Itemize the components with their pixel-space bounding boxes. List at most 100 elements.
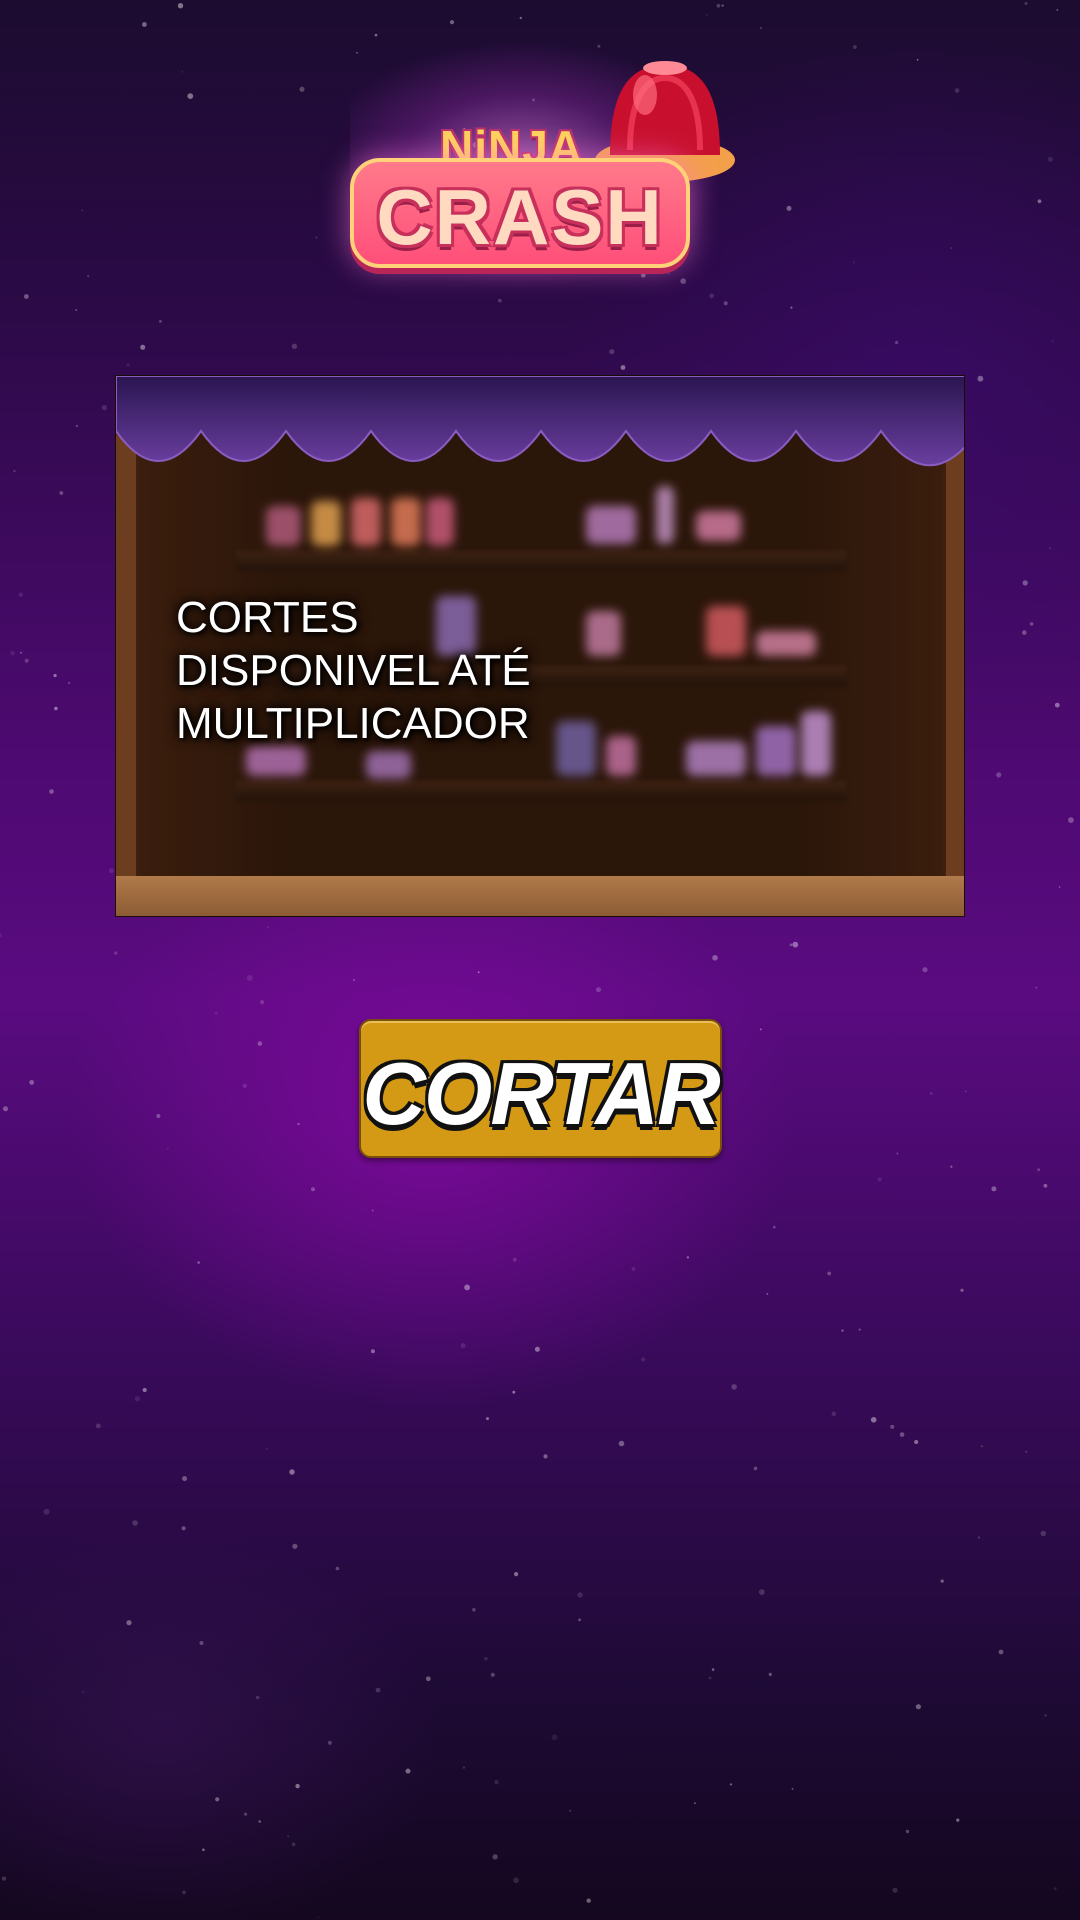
star-particle (686, 1256, 690, 1259)
star-particle (81, 209, 84, 212)
star-particle (335, 1566, 340, 1571)
star-particle (977, 375, 984, 382)
star-particle (142, 22, 147, 27)
star-particle (790, 306, 793, 309)
star-particle (723, 301, 728, 306)
star-particle (922, 967, 928, 973)
star-particle (214, 1011, 218, 1015)
star-particle (577, 1592, 583, 1598)
blurred-candy (696, 511, 741, 541)
blurred-candy (426, 498, 454, 546)
star-particle (1029, 622, 1034, 626)
star-particle (758, 1589, 765, 1595)
blurred-candy (311, 501, 341, 546)
star-particle (514, 1572, 519, 1577)
star-particle (114, 951, 118, 955)
star-particle (132, 1520, 138, 1526)
star-particle (464, 1284, 470, 1291)
star-particle (768, 1672, 772, 1676)
star-particle (3, 1106, 8, 1112)
star-particle (641, 1357, 646, 1362)
star-particle (1044, 1714, 1047, 1717)
star-particle (353, 978, 356, 981)
star-particle (375, 1687, 381, 1693)
star-particle (289, 1469, 295, 1475)
star-particle (246, 975, 253, 981)
star-particle (519, 16, 522, 20)
star-particle (551, 1734, 558, 1741)
shelf-board (236, 781, 846, 801)
cut-button[interactable]: CORTAR (359, 1019, 722, 1158)
star-particle (0, 933, 2, 938)
star-particle (586, 1898, 591, 1903)
star-particle (265, 1447, 268, 1450)
star-particle (299, 86, 305, 92)
star-particle (490, 1672, 495, 1677)
logo-crash-badge: CRASH (350, 158, 690, 268)
star-particle (166, 1147, 169, 1150)
star-particle (460, 1343, 466, 1349)
star-particle (954, 88, 960, 93)
star-particle (1053, 1887, 1057, 1890)
star-particle (82, 1690, 85, 1693)
star-particle (327, 1740, 332, 1745)
star-particle (631, 1267, 636, 1271)
star-particle (609, 349, 615, 355)
star-particle (142, 1387, 147, 1393)
blurred-candy (656, 486, 674, 544)
star-particle (497, 298, 502, 303)
star-particle (109, 868, 114, 874)
star-particle (43, 1508, 50, 1515)
star-particle (449, 20, 455, 25)
star-particle (789, 943, 793, 947)
star-particle (59, 491, 64, 495)
star-particle (759, 1028, 762, 1031)
game-logo: NiNJA CRASH (330, 40, 760, 290)
star-particle (513, 1877, 519, 1884)
star-particle (766, 1293, 769, 1295)
star-particle (890, 1424, 895, 1429)
star-particle (292, 1543, 298, 1549)
star-particle (215, 1797, 220, 1802)
blurred-candy (556, 721, 596, 776)
star-particle (711, 1668, 715, 1671)
star-particle (596, 987, 601, 993)
star-particle (255, 1695, 260, 1700)
star-particle (29, 1080, 35, 1085)
star-particle (484, 1656, 488, 1661)
cuts-info-line3: MULTIPLICADOR (176, 699, 530, 748)
star-particle (311, 1187, 315, 1192)
star-particle (317, 1916, 319, 1919)
star-particle (10, 650, 15, 656)
star-particle (960, 1288, 964, 1292)
blurred-candy (586, 611, 621, 656)
shelf-left-wall (116, 436, 136, 876)
star-particle (716, 3, 721, 8)
star-particle (287, 1835, 289, 1838)
blurred-candy (246, 746, 306, 776)
star-particle (914, 1439, 919, 1445)
star-particle (1051, 340, 1054, 343)
star-particle (199, 1641, 204, 1645)
star-particle (543, 1454, 548, 1459)
star-particle (618, 1440, 625, 1447)
star-particle (905, 1829, 910, 1834)
star-particle (462, 1766, 466, 1769)
blurred-candy (366, 751, 411, 779)
star-particle (915, 1704, 922, 1710)
star-particle (159, 320, 162, 323)
star-particle (486, 1417, 489, 1421)
star-particle (371, 1209, 374, 1212)
blurred-candy (801, 711, 831, 776)
star-particle (512, 1257, 517, 1262)
star-particle (187, 93, 194, 99)
star-particle (1040, 1530, 1047, 1537)
star-particle (940, 1579, 944, 1583)
star-particle (177, 2, 184, 9)
star-particle (1024, 2, 1028, 5)
star-particle (405, 1768, 411, 1774)
star-particle (706, 14, 708, 16)
star-particle (1054, 702, 1060, 708)
star-particle (964, 1090, 967, 1093)
shelf-floor (116, 876, 964, 916)
